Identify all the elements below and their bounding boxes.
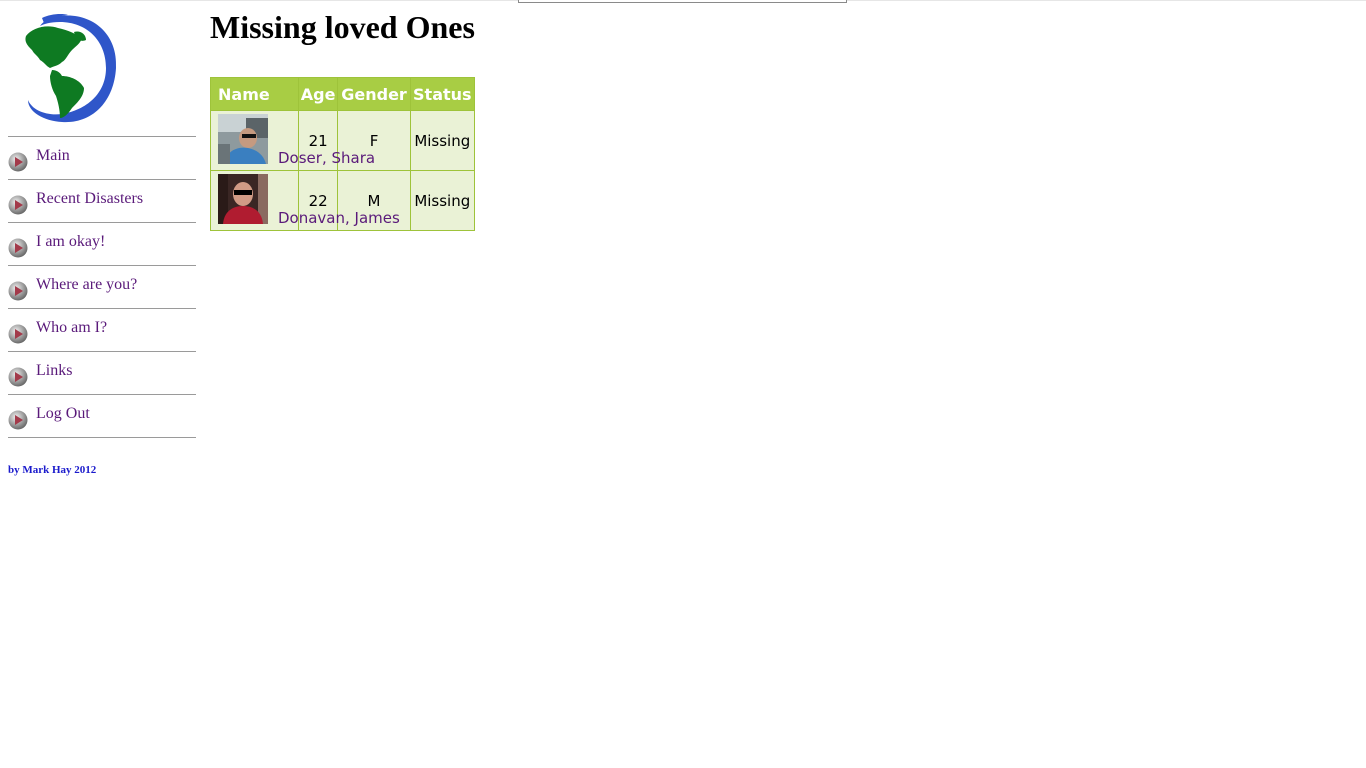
status-cell: Missing <box>409 170 475 231</box>
person-photo-icon[interactable] <box>218 114 268 164</box>
name-cell: Donavan, James <box>210 170 400 231</box>
nav-menu: Main Recent Disasters I am okay! Where a… <box>8 136 196 438</box>
globe-logo-icon[interactable] <box>10 10 120 126</box>
nav-item-links[interactable]: Links <box>8 352 196 395</box>
nav-item-main[interactable]: Main <box>8 137 196 180</box>
nav-item-i-am-okay[interactable]: I am okay! <box>8 223 196 266</box>
play-bullet-icon <box>8 410 28 430</box>
nav-item-label[interactable]: Log Out <box>36 405 90 423</box>
table-header-row: Name Age Gender Status <box>210 77 475 111</box>
person-name-link[interactable]: Doser, Shara <box>278 149 375 167</box>
column-header-age: Age <box>297 77 339 111</box>
nav-item-label[interactable]: Recent Disasters <box>36 190 143 208</box>
nav-item-label[interactable]: Main <box>36 147 70 165</box>
column-header-status: Status <box>409 77 475 111</box>
play-bullet-icon <box>8 281 28 301</box>
nav-item-label[interactable]: Who am I? <box>36 319 107 337</box>
column-header-gender: Gender <box>337 77 411 111</box>
nav-item-label[interactable]: Links <box>36 362 72 380</box>
nav-item-recent-disasters[interactable]: Recent Disasters <box>8 180 196 223</box>
play-bullet-icon <box>8 195 28 215</box>
person-photo-icon[interactable] <box>218 174 268 224</box>
person-name-link[interactable]: Donavan, James <box>278 209 400 227</box>
nav-item-label[interactable]: Where are you? <box>36 276 137 294</box>
play-bullet-icon <box>8 152 28 172</box>
table-row: Doser, Shara 21 F Missing <box>210 110 475 171</box>
status-cell: Missing <box>409 110 475 171</box>
sidebar: Main Recent Disasters I am okay! Where a… <box>8 10 196 476</box>
missing-people-table: Name Age Gender Status Doser, Shara 21 F… <box>210 77 475 231</box>
nav-item-who-am-i[interactable]: Who am I? <box>8 309 196 352</box>
table-row: Donavan, James 22 M Missing <box>210 170 475 231</box>
page-title: Missing loved Ones <box>210 9 475 45</box>
play-bullet-icon <box>8 324 28 344</box>
name-cell: Doser, Shara <box>210 110 375 171</box>
nav-item-log-out[interactable]: Log Out <box>8 395 196 438</box>
main-content: Missing loved Ones Name Age Gender Statu… <box>210 8 475 231</box>
author-credit: by Mark Hay 2012 <box>8 464 97 476</box>
nav-item-label[interactable]: I am okay! <box>36 233 105 251</box>
play-bullet-icon <box>8 238 28 258</box>
play-bullet-icon <box>8 367 28 387</box>
column-header-name: Name <box>210 77 299 111</box>
nav-item-where-are-you[interactable]: Where are you? <box>8 266 196 309</box>
top-search-box[interactable] <box>518 0 847 3</box>
